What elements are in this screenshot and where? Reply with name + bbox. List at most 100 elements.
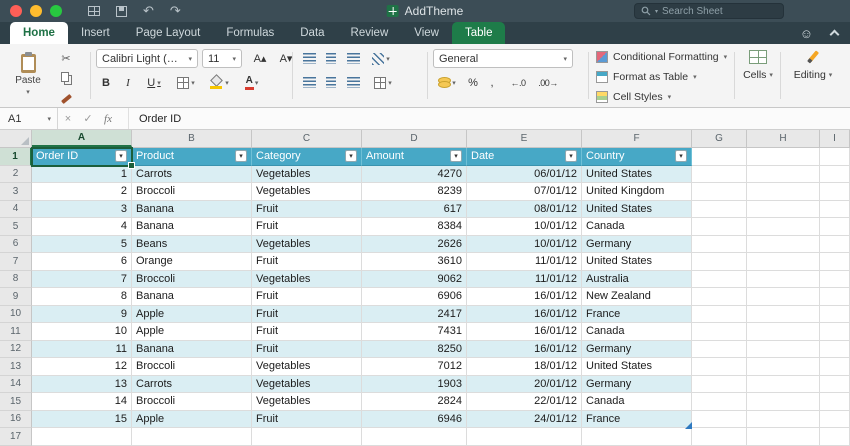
cell-H12[interactable] xyxy=(747,340,820,358)
row-header-1[interactable]: 1 xyxy=(0,148,32,166)
cell-D13[interactable]: 7012 xyxy=(362,358,467,376)
cell-F15[interactable]: Canada xyxy=(582,393,692,411)
row-header-7[interactable]: 7 xyxy=(0,253,32,271)
column-header-E[interactable]: E xyxy=(467,130,582,147)
currency-format-button[interactable]: ▾ xyxy=(433,73,461,92)
cell-D15[interactable]: 2824 xyxy=(362,393,467,411)
cell-D3[interactable]: 8239 xyxy=(362,183,467,201)
decrease-decimal-button[interactable]: .00→ xyxy=(534,73,562,92)
cell-H16[interactable] xyxy=(747,410,820,428)
row-header-17[interactable]: 17 xyxy=(0,428,32,446)
cell-C2[interactable]: Vegetables xyxy=(252,165,362,183)
row-header-12[interactable]: 12 xyxy=(0,340,32,358)
name-box[interactable]: A1 ▾ xyxy=(0,108,58,129)
cell-G11[interactable] xyxy=(692,323,747,341)
cell-B6[interactable]: Beans xyxy=(132,235,252,253)
orientation-button[interactable]: ▾ xyxy=(368,49,394,68)
cell-A17[interactable] xyxy=(32,428,132,446)
cell-C13[interactable]: Vegetables xyxy=(252,358,362,376)
cell-A14[interactable]: 13 xyxy=(32,375,132,393)
cell-H1[interactable] xyxy=(747,148,820,166)
cell-B16[interactable]: Apple xyxy=(132,410,252,428)
confirm-entry-button[interactable]: ✓ xyxy=(78,112,98,125)
comma-format-button[interactable]: , xyxy=(484,73,500,92)
cell-D6[interactable]: 2626 xyxy=(362,235,467,253)
copy-button[interactable] xyxy=(58,72,74,85)
cell-E15[interactable]: 22/01/12 xyxy=(467,393,582,411)
row-header-16[interactable]: 16 xyxy=(0,410,32,428)
font-name-select[interactable]: Calibri Light (… ▾ xyxy=(96,49,198,68)
table-resize-handle[interactable] xyxy=(685,421,692,429)
cell-F14[interactable]: Germany xyxy=(582,375,692,393)
cell-E11[interactable]: 16/01/12 xyxy=(467,323,582,341)
search-scope-chevron-icon[interactable]: ▾ xyxy=(655,8,658,15)
cell-B17[interactable] xyxy=(132,428,252,446)
cell-D17[interactable] xyxy=(362,428,467,446)
cell-I10[interactable] xyxy=(820,305,850,323)
collapse-ribbon-icon[interactable] xyxy=(829,29,840,40)
column-header-I[interactable]: I xyxy=(820,130,850,147)
cell-G7[interactable] xyxy=(692,253,747,271)
table-header-product[interactable]: Product ▾ xyxy=(132,148,252,166)
cell-B8[interactable]: Broccoli xyxy=(132,270,252,288)
table-header-country[interactable]: Country ▾ xyxy=(582,148,692,166)
cell-F10[interactable]: France xyxy=(582,305,692,323)
cell-A6[interactable]: 5 xyxy=(32,235,132,253)
editing-button[interactable]: Editing ▾ xyxy=(788,50,838,81)
cell-E9[interactable]: 16/01/12 xyxy=(467,288,582,306)
cell-E5[interactable]: 10/01/12 xyxy=(467,218,582,236)
cell-B15[interactable]: Broccoli xyxy=(132,393,252,411)
cell-I11[interactable] xyxy=(820,323,850,341)
format-as-table-button[interactable]: Format as Table ▾ xyxy=(596,68,697,86)
merge-center-button[interactable]: ▾ xyxy=(368,73,398,92)
filter-icon[interactable]: ▾ xyxy=(115,150,127,163)
tab-page-layout[interactable]: Page Layout xyxy=(123,22,214,44)
cell-H11[interactable] xyxy=(747,323,820,341)
table-header-amount[interactable]: Amount ▾ xyxy=(362,148,467,166)
row-header-8[interactable]: 8 xyxy=(0,270,32,288)
cell-E3[interactable]: 07/01/12 xyxy=(467,183,582,201)
cell-A11[interactable]: 10 xyxy=(32,323,132,341)
cell-C7[interactable]: Fruit xyxy=(252,253,362,271)
cell-H6[interactable] xyxy=(747,235,820,253)
cell-E16[interactable]: 24/01/12 xyxy=(467,410,582,428)
tab-review[interactable]: Review xyxy=(338,22,402,44)
tab-table[interactable]: Table xyxy=(451,22,506,44)
cell-F12[interactable]: Germany xyxy=(582,340,692,358)
undo-icon[interactable]: ↶ xyxy=(143,3,154,19)
filter-icon[interactable]: ▾ xyxy=(235,150,247,163)
cell-E17[interactable] xyxy=(467,428,582,446)
cell-C14[interactable]: Vegetables xyxy=(252,375,362,393)
cell-A2[interactable]: 1 xyxy=(32,165,132,183)
cell-G15[interactable] xyxy=(692,393,747,411)
cell-I8[interactable] xyxy=(820,270,850,288)
cell-C17[interactable] xyxy=(252,428,362,446)
cell-D10[interactable]: 2417 xyxy=(362,305,467,323)
cell-I12[interactable] xyxy=(820,340,850,358)
cell-B14[interactable]: Carrots xyxy=(132,375,252,393)
cell-F11[interactable]: Canada xyxy=(582,323,692,341)
cell-F13[interactable]: United States xyxy=(582,358,692,376)
tab-home[interactable]: Home xyxy=(10,22,68,44)
cell-B2[interactable]: Carrots xyxy=(132,165,252,183)
cell-B13[interactable]: Broccoli xyxy=(132,358,252,376)
cell-C4[interactable]: Fruit xyxy=(252,200,362,218)
search-input[interactable]: ▾ Search Sheet xyxy=(634,3,784,19)
cell-G9[interactable] xyxy=(692,288,747,306)
cell-E12[interactable]: 16/01/12 xyxy=(467,340,582,358)
cell-E7[interactable]: 11/01/12 xyxy=(467,253,582,271)
cell-F8[interactable]: Australia xyxy=(582,270,692,288)
cell-E13[interactable]: 18/01/12 xyxy=(467,358,582,376)
borders-button[interactable]: ▾ xyxy=(172,73,200,92)
cell-A10[interactable]: 9 xyxy=(32,305,132,323)
cell-F3[interactable]: United Kingdom xyxy=(582,183,692,201)
cell-H3[interactable] xyxy=(747,183,820,201)
font-size-select[interactable]: 11 ▾ xyxy=(202,49,242,68)
cell-A12[interactable]: 11 xyxy=(32,340,132,358)
table-header-date[interactable]: Date ▾ xyxy=(467,148,582,166)
cell-F5[interactable]: Canada xyxy=(582,218,692,236)
cell-C6[interactable]: Vegetables xyxy=(252,235,362,253)
cut-button[interactable]: ✂ xyxy=(58,52,74,65)
cell-F4[interactable]: United States xyxy=(582,200,692,218)
redo-icon[interactable]: ↷ xyxy=(170,3,181,19)
